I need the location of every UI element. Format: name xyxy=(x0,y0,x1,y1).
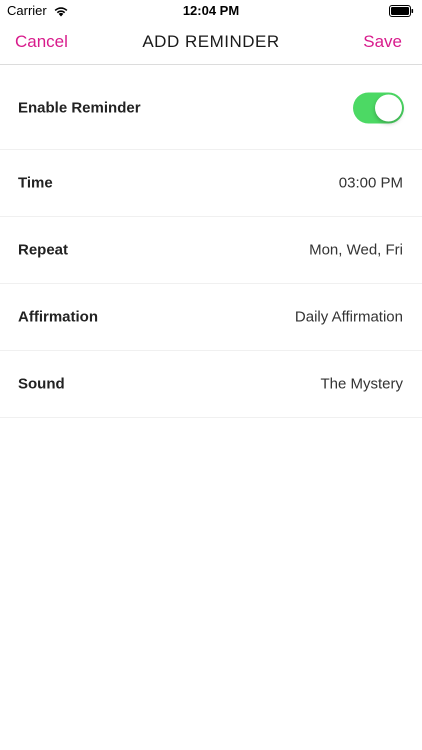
repeat-value: Mon, Wed, Fri xyxy=(309,241,403,259)
sound-label: Sound xyxy=(18,375,65,393)
repeat-row[interactable]: Repeat Mon, Wed, Fri xyxy=(0,217,422,284)
add-reminder-screen: Carrier 12:04 PM Cancel ADD REMINDER Sav… xyxy=(0,0,422,750)
time-value: 03:00 PM xyxy=(338,174,403,192)
settings-list: Enable Reminder Time 03:00 PM Repeat Mon… xyxy=(0,66,422,418)
enable-reminder-toggle[interactable] xyxy=(353,92,404,123)
status-time: 12:04 PM xyxy=(182,3,240,18)
navigation-bar: Cancel ADD REMINDER Save xyxy=(0,22,422,65)
save-button[interactable]: Save xyxy=(363,32,402,52)
enable-reminder-label: Enable Reminder xyxy=(18,99,141,116)
time-row[interactable]: Time 03:00 PM xyxy=(0,150,422,217)
repeat-label: Repeat xyxy=(18,241,69,259)
enable-reminder-row: Enable Reminder xyxy=(0,66,422,150)
cancel-button[interactable]: Cancel xyxy=(15,32,68,52)
battery-icon xyxy=(389,5,414,17)
toggle-knob xyxy=(375,94,402,121)
affirmation-value: Daily Affirmation xyxy=(294,308,403,326)
affirmation-row[interactable]: Affirmation Daily Affirmation xyxy=(0,284,422,351)
affirmation-label: Affirmation xyxy=(18,308,98,326)
sound-value: The Mystery xyxy=(320,375,403,393)
status-bar: Carrier 12:04 PM xyxy=(0,0,422,22)
time-label: Time xyxy=(18,174,53,192)
sound-row[interactable]: Sound The Mystery xyxy=(0,351,422,418)
